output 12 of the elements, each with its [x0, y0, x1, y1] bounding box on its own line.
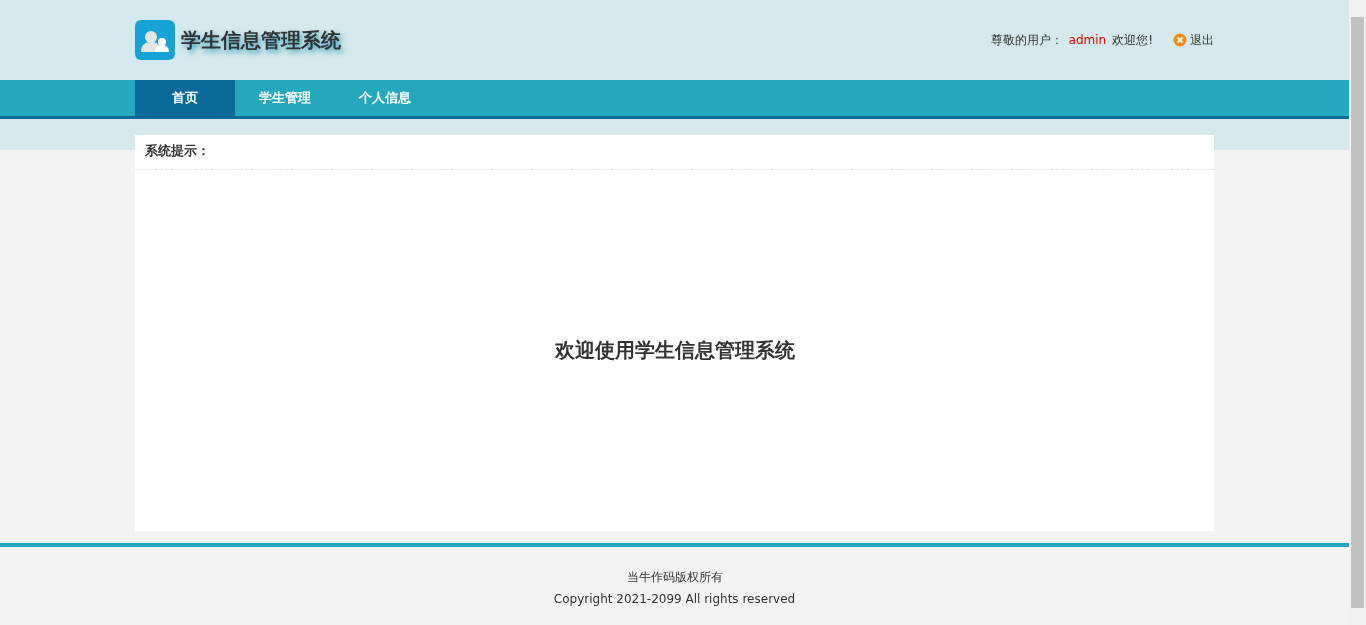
logout-link[interactable]: 退出 [1173, 31, 1214, 49]
greeting-text: 尊敬的用户： [990, 31, 1063, 49]
footer-text: 当牛作码版权所有 [626, 569, 723, 585]
users-logo-icon [135, 20, 175, 60]
panel-title: 系统提示： [135, 135, 1214, 170]
username: admin [1068, 33, 1107, 47]
footer-text: Copyright 2021-2099 All rights reserved [553, 591, 796, 607]
welcome-message: 欢迎使用学生信息管理系统 [554, 337, 795, 364]
welcome-text: 欢迎您! [1112, 31, 1153, 49]
nav-tab[interactable]: 首页 [135, 80, 235, 116]
site-title: 学生信息管理系统 [181, 26, 341, 54]
close-icon [1173, 33, 1187, 47]
